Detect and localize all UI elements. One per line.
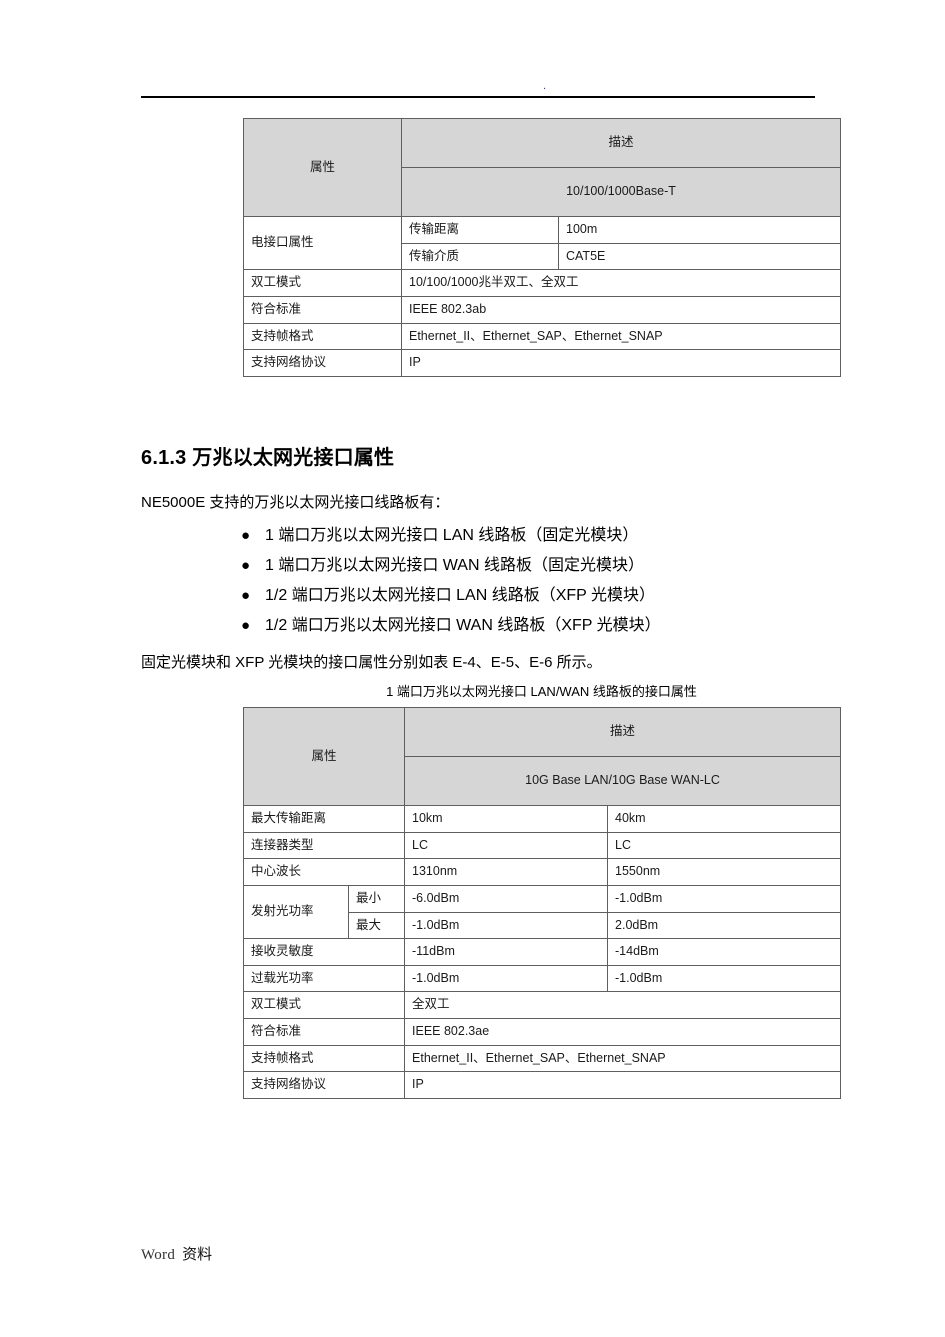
bullet-icon: ● [241, 557, 251, 574]
line-card-list: ● 1 端口万兆以太网光接口 LAN 线路板（固定光模块） ● 1 端口万兆以太… [141, 521, 841, 641]
table-row: 最大传输距离 10km 40km [242, 805, 842, 833]
table-row: 属性 描述 [243, 118, 842, 217]
document-page: . 属性 描述 10/100/1000Base-T 电接口属性 传输距离 100… [0, 0, 945, 1337]
row-value: IEEE 802.3ab [400, 295, 842, 324]
list-item-label: 1 端口万兆以太网光接口 LAN 线路板（固定光模块） [265, 527, 639, 544]
row-value: 10/100/1000兆半双工、全双工 [400, 269, 842, 297]
footer-cn-label: 资料 [182, 1246, 213, 1263]
row-value: IP [400, 349, 842, 377]
footer-word-label: Word [141, 1247, 176, 1263]
header-cell-attribute: 属性 [243, 118, 402, 217]
row-value-lan: 10km [404, 805, 609, 833]
header-cell-description-sub: 10G Base LAN/10G Base WAN-LC [404, 756, 842, 806]
row-label: 电接口属性 [243, 215, 402, 271]
row-label: 双工模式 [242, 991, 406, 1019]
bullet-icon: ● [241, 527, 251, 544]
row-value-wan: 1550nm [607, 858, 842, 886]
paragraph-outro: 固定光模块和 XFP 光模块的接口属性分别如表 E-4、E-5、E-6 所示。 [141, 654, 602, 671]
header-cell-description: 描述 [400, 118, 842, 168]
row-label: 支持网络协议 [242, 1071, 406, 1099]
row-label: 过载光功率 [242, 964, 406, 993]
row-value-wan: LC [607, 831, 842, 860]
row-value-lan: -11dBm [404, 938, 609, 966]
row-label: 双工模式 [243, 269, 402, 297]
row-value-wan: -1.0dBm [607, 884, 842, 913]
row-value: IP [404, 1071, 842, 1099]
table-row: 支持帧格式 Ethernet_II、Ethernet_SAP、Ethernet_… [242, 1044, 842, 1073]
row-label: 符合标准 [242, 1018, 406, 1046]
list-item: ● 1 端口万兆以太网光接口 WAN 线路板（固定光模块） [141, 551, 841, 581]
row-label: 符合标准 [243, 295, 402, 324]
row-value-wan: 2.0dBm [607, 911, 842, 940]
table-electrical-interface: 属性 描述 10/100/1000Base-T 电接口属性 传输距离 100m … [243, 118, 842, 377]
list-item: ● 1/2 端口万兆以太网光接口 WAN 线路板（XFP 光模块） [141, 611, 841, 641]
table-optical-interface: 属性 描述 10G Base LAN/10G Base WAN-LC 最大传输距… [242, 707, 842, 1099]
table-row: 支持帧格式 Ethernet_II、Ethernet_SAP、Ethernet_… [243, 322, 842, 351]
row-label: 接收灵敏度 [242, 938, 406, 966]
header-rule [141, 96, 815, 98]
table-row: 接收灵敏度 -11dBm -14dBm [242, 938, 842, 966]
list-item-label: 1/2 端口万兆以太网光接口 LAN 线路板（XFP 光模块） [265, 587, 655, 604]
row-value-wan: 40km [607, 805, 842, 833]
table-row: 电接口属性 传输距离 100m [243, 215, 842, 271]
row-label: 支持帧格式 [242, 1044, 406, 1073]
row-value-lan: -6.0dBm [404, 884, 609, 913]
table-row: 过载光功率 -1.0dBm -1.0dBm [242, 964, 842, 993]
list-item-label: 1/2 端口万兆以太网光接口 WAN 线路板（XFP 光模块） [265, 617, 661, 634]
row-label: 发射光功率 [243, 884, 349, 940]
bullet-icon: ● [241, 617, 251, 634]
row-subfield-max: 最大 [347, 911, 406, 940]
section-heading: 6.1.3 万兆以太网光接口属性 [141, 447, 395, 469]
table-row: 支持网络协议 IP [243, 349, 842, 377]
row-label: 支持网络协议 [243, 349, 402, 377]
table-row: 双工模式 10/100/1000兆半双工、全双工 [243, 269, 842, 297]
row-value: Ethernet_II、Ethernet_SAP、Ethernet_SNAP [400, 322, 842, 351]
header-cell-description-sub: 10/100/1000Base-T [400, 167, 842, 217]
row-value: 全双工 [404, 991, 842, 1019]
table-row: 双工模式 全双工 [242, 991, 842, 1019]
row-value-lan: 1310nm [404, 858, 609, 886]
table-row: 连接器类型 LC LC [242, 831, 842, 860]
paragraph-intro: NE5000E 支持的万兆以太网光接口线路板有： [141, 494, 450, 511]
header-dot: . [543, 80, 547, 92]
list-item: ● 1 端口万兆以太网光接口 LAN 线路板（固定光模块） [141, 521, 841, 551]
header-cell-attribute: 属性 [242, 707, 406, 806]
header-cell-description: 描述 [404, 707, 842, 757]
list-item-label: 1 端口万兆以太网光接口 WAN 线路板（固定光模块） [265, 557, 644, 574]
row-label: 支持帧格式 [243, 322, 402, 351]
table-row: 符合标准 IEEE 802.3ab [243, 295, 842, 324]
table-row: 符合标准 IEEE 802.3ae [242, 1018, 842, 1046]
row-subfield: 传输介质 [401, 242, 559, 271]
list-item: ● 1/2 端口万兆以太网光接口 LAN 线路板（XFP 光模块） [141, 581, 841, 611]
row-value-wan: -14dBm [607, 938, 842, 966]
row-label: 中心波长 [242, 858, 406, 886]
row-label: 连接器类型 [242, 831, 406, 860]
row-value: IEEE 802.3ae [404, 1018, 842, 1046]
table-caption-optical: 1 端口万兆以太网光接口 LAN/WAN 线路板的接口属性 [386, 684, 697, 699]
table-row: 发射光功率 最小 -6.0dBm -1.0dBm [243, 884, 842, 940]
bullet-icon: ● [241, 587, 251, 604]
row-value-lan: -1.0dBm [404, 964, 609, 993]
row-value: 100m [557, 216, 842, 244]
table-row: 中心波长 1310nm 1550nm [242, 858, 842, 886]
row-value-lan: LC [404, 831, 609, 860]
row-value: CAT5E [557, 242, 842, 271]
page-footer: Word 资料 [141, 1243, 212, 1265]
row-subfield-min: 最小 [347, 884, 406, 913]
row-value-lan: -1.0dBm [404, 911, 609, 940]
table-row: 属性 描述 [242, 707, 842, 806]
row-value-wan: -1.0dBm [607, 964, 842, 993]
table-row: 支持网络协议 IP [242, 1071, 842, 1099]
row-label: 最大传输距离 [242, 805, 406, 833]
row-value: Ethernet_II、Ethernet_SAP、Ethernet_SNAP [404, 1044, 842, 1073]
row-subfield: 传输距离 [401, 216, 559, 244]
page-header: . [141, 70, 815, 98]
